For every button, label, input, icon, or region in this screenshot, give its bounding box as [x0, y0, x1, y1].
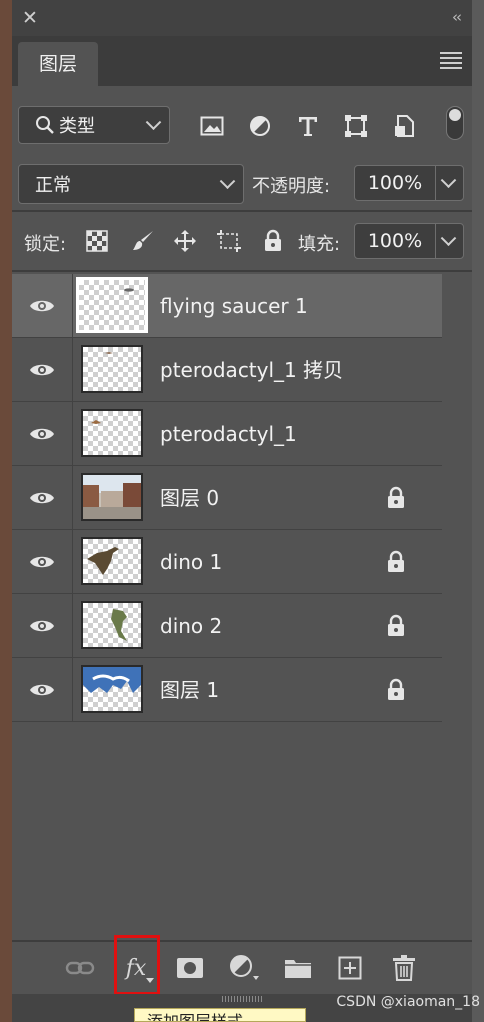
opacity-value[interactable]: 100%	[355, 166, 435, 200]
adjustment-filter-icon[interactable]	[246, 112, 274, 140]
layer-row[interactable]: 图层 0	[12, 466, 442, 530]
tab-layers[interactable]: 图层	[18, 42, 98, 86]
layer-thumbnail[interactable]	[81, 473, 143, 521]
link-layers-icon[interactable]	[64, 952, 96, 984]
filter-type-label: 类型	[59, 116, 95, 137]
visibility-toggle[interactable]	[12, 338, 73, 402]
fill-label: 填充:	[298, 234, 341, 255]
layer-name[interactable]: 图层 1	[160, 658, 219, 722]
visibility-toggle[interactable]	[12, 274, 73, 338]
lock-icon	[386, 614, 406, 642]
shape-filter-icon[interactable]	[342, 112, 370, 140]
collapse-panel-icon[interactable]: ‹‹	[452, 8, 462, 26]
lock-artboard-icon[interactable]	[216, 228, 242, 254]
eye-icon[interactable]	[29, 682, 55, 698]
eye-icon[interactable]	[29, 298, 55, 314]
new-layer-icon[interactable]	[334, 952, 366, 984]
layer-name[interactable]: 图层 0	[160, 466, 219, 530]
close-icon[interactable]: ✕	[20, 8, 40, 28]
fx-icon[interactable]: fx	[120, 952, 154, 984]
visibility-toggle[interactable]	[12, 402, 73, 466]
smart-object-filter-icon[interactable]	[390, 112, 418, 140]
lock-icon	[386, 550, 406, 578]
layer-name[interactable]: pterodactyl_1	[160, 402, 297, 466]
panel-titlebar: ✕ ‹‹	[12, 0, 472, 36]
layer-thumbnail[interactable]	[81, 537, 143, 585]
resize-grip-icon[interactable]	[222, 996, 262, 1002]
divider	[12, 210, 472, 212]
lock-position-icon[interactable]	[172, 228, 198, 254]
layers-bottom-toolbar: fx	[12, 935, 472, 996]
layer-thumbnail[interactable]	[81, 345, 143, 393]
eye-icon[interactable]	[29, 554, 55, 570]
layer-mask-icon[interactable]	[174, 952, 206, 984]
layer-thumbnail[interactable]	[81, 665, 143, 713]
layer-thumbnail[interactable]	[81, 409, 143, 457]
group-folder-icon[interactable]	[282, 952, 314, 984]
layer-name[interactable]: dino 2	[160, 594, 222, 658]
visibility-toggle[interactable]	[12, 594, 73, 658]
trash-icon[interactable]	[388, 952, 420, 984]
fx-label[interactable]: fx	[126, 956, 147, 981]
layer-row[interactable]: pterodactyl_1 拷贝	[12, 338, 442, 402]
blend-mode-value: 正常	[35, 175, 71, 196]
search-icon	[36, 116, 54, 134]
layers-panel: ✕ ‹‹ 图层 类型 正常 不透明度: 100% 锁定: 填充: 100% fl…	[12, 0, 472, 1022]
layer-row[interactable]: 图层 1	[12, 658, 442, 722]
eye-icon[interactable]	[29, 490, 55, 506]
lock-icon	[386, 486, 406, 514]
layer-row[interactable]: flying saucer 1	[12, 274, 442, 338]
tooltip: 添加图层样式	[134, 1008, 306, 1022]
filter-type-dropdown[interactable]: 类型	[18, 106, 170, 144]
layer-row[interactable]: pterodactyl_1	[12, 402, 442, 466]
layer-row[interactable]: dino 2	[12, 594, 442, 658]
visibility-toggle[interactable]	[12, 466, 73, 530]
eye-icon[interactable]	[29, 426, 55, 442]
layer-thumbnail[interactable]	[81, 601, 143, 649]
layer-name[interactable]: flying saucer 1	[160, 274, 308, 338]
background-edge-right	[472, 0, 484, 1022]
layer-name[interactable]: pterodactyl_1 拷贝	[160, 338, 343, 402]
chevron-down-icon	[145, 114, 162, 131]
layer-thumbnail[interactable]	[76, 277, 148, 333]
watermark: CSDN @xiaoman_18	[336, 994, 480, 1010]
visibility-toggle[interactable]	[12, 658, 73, 722]
adjustment-layer-icon[interactable]	[228, 952, 260, 984]
type-filter-icon[interactable]	[294, 112, 322, 140]
layer-name[interactable]: dino 1	[160, 530, 222, 594]
visibility-toggle[interactable]	[12, 530, 73, 594]
lock-label: 锁定:	[24, 234, 67, 255]
fill-value[interactable]: 100%	[355, 224, 435, 258]
fill-field[interactable]: 100%	[354, 223, 464, 259]
chevron-down-icon[interactable]	[440, 172, 457, 189]
layer-row[interactable]: dino 1	[12, 530, 442, 594]
panel-tabbar: 图层	[12, 36, 472, 86]
filter-row: 类型	[12, 86, 472, 166]
chevron-down-icon[interactable]	[440, 230, 457, 247]
filter-toggle[interactable]	[446, 106, 464, 140]
image-filter-icon[interactable]	[198, 112, 226, 140]
lock-transparent-pixels-icon[interactable]	[84, 228, 110, 254]
background-edge-left	[0, 0, 12, 1022]
panel-menu-icon[interactable]	[440, 52, 462, 70]
lock-all-icon[interactable]	[260, 228, 286, 254]
lock-row: 锁定: 填充: 100%	[12, 214, 472, 270]
lock-image-pixels-icon[interactable]	[130, 228, 156, 254]
lock-icon	[386, 678, 406, 706]
opacity-field[interactable]: 100%	[354, 165, 464, 201]
chevron-down-icon	[219, 173, 236, 190]
blend-row: 正常 不透明度: 100%	[12, 160, 472, 208]
eye-icon[interactable]	[29, 362, 55, 378]
blend-mode-dropdown[interactable]: 正常	[18, 164, 244, 204]
opacity-label: 不透明度:	[252, 176, 331, 197]
eye-icon[interactable]	[29, 618, 55, 634]
divider	[12, 270, 472, 272]
